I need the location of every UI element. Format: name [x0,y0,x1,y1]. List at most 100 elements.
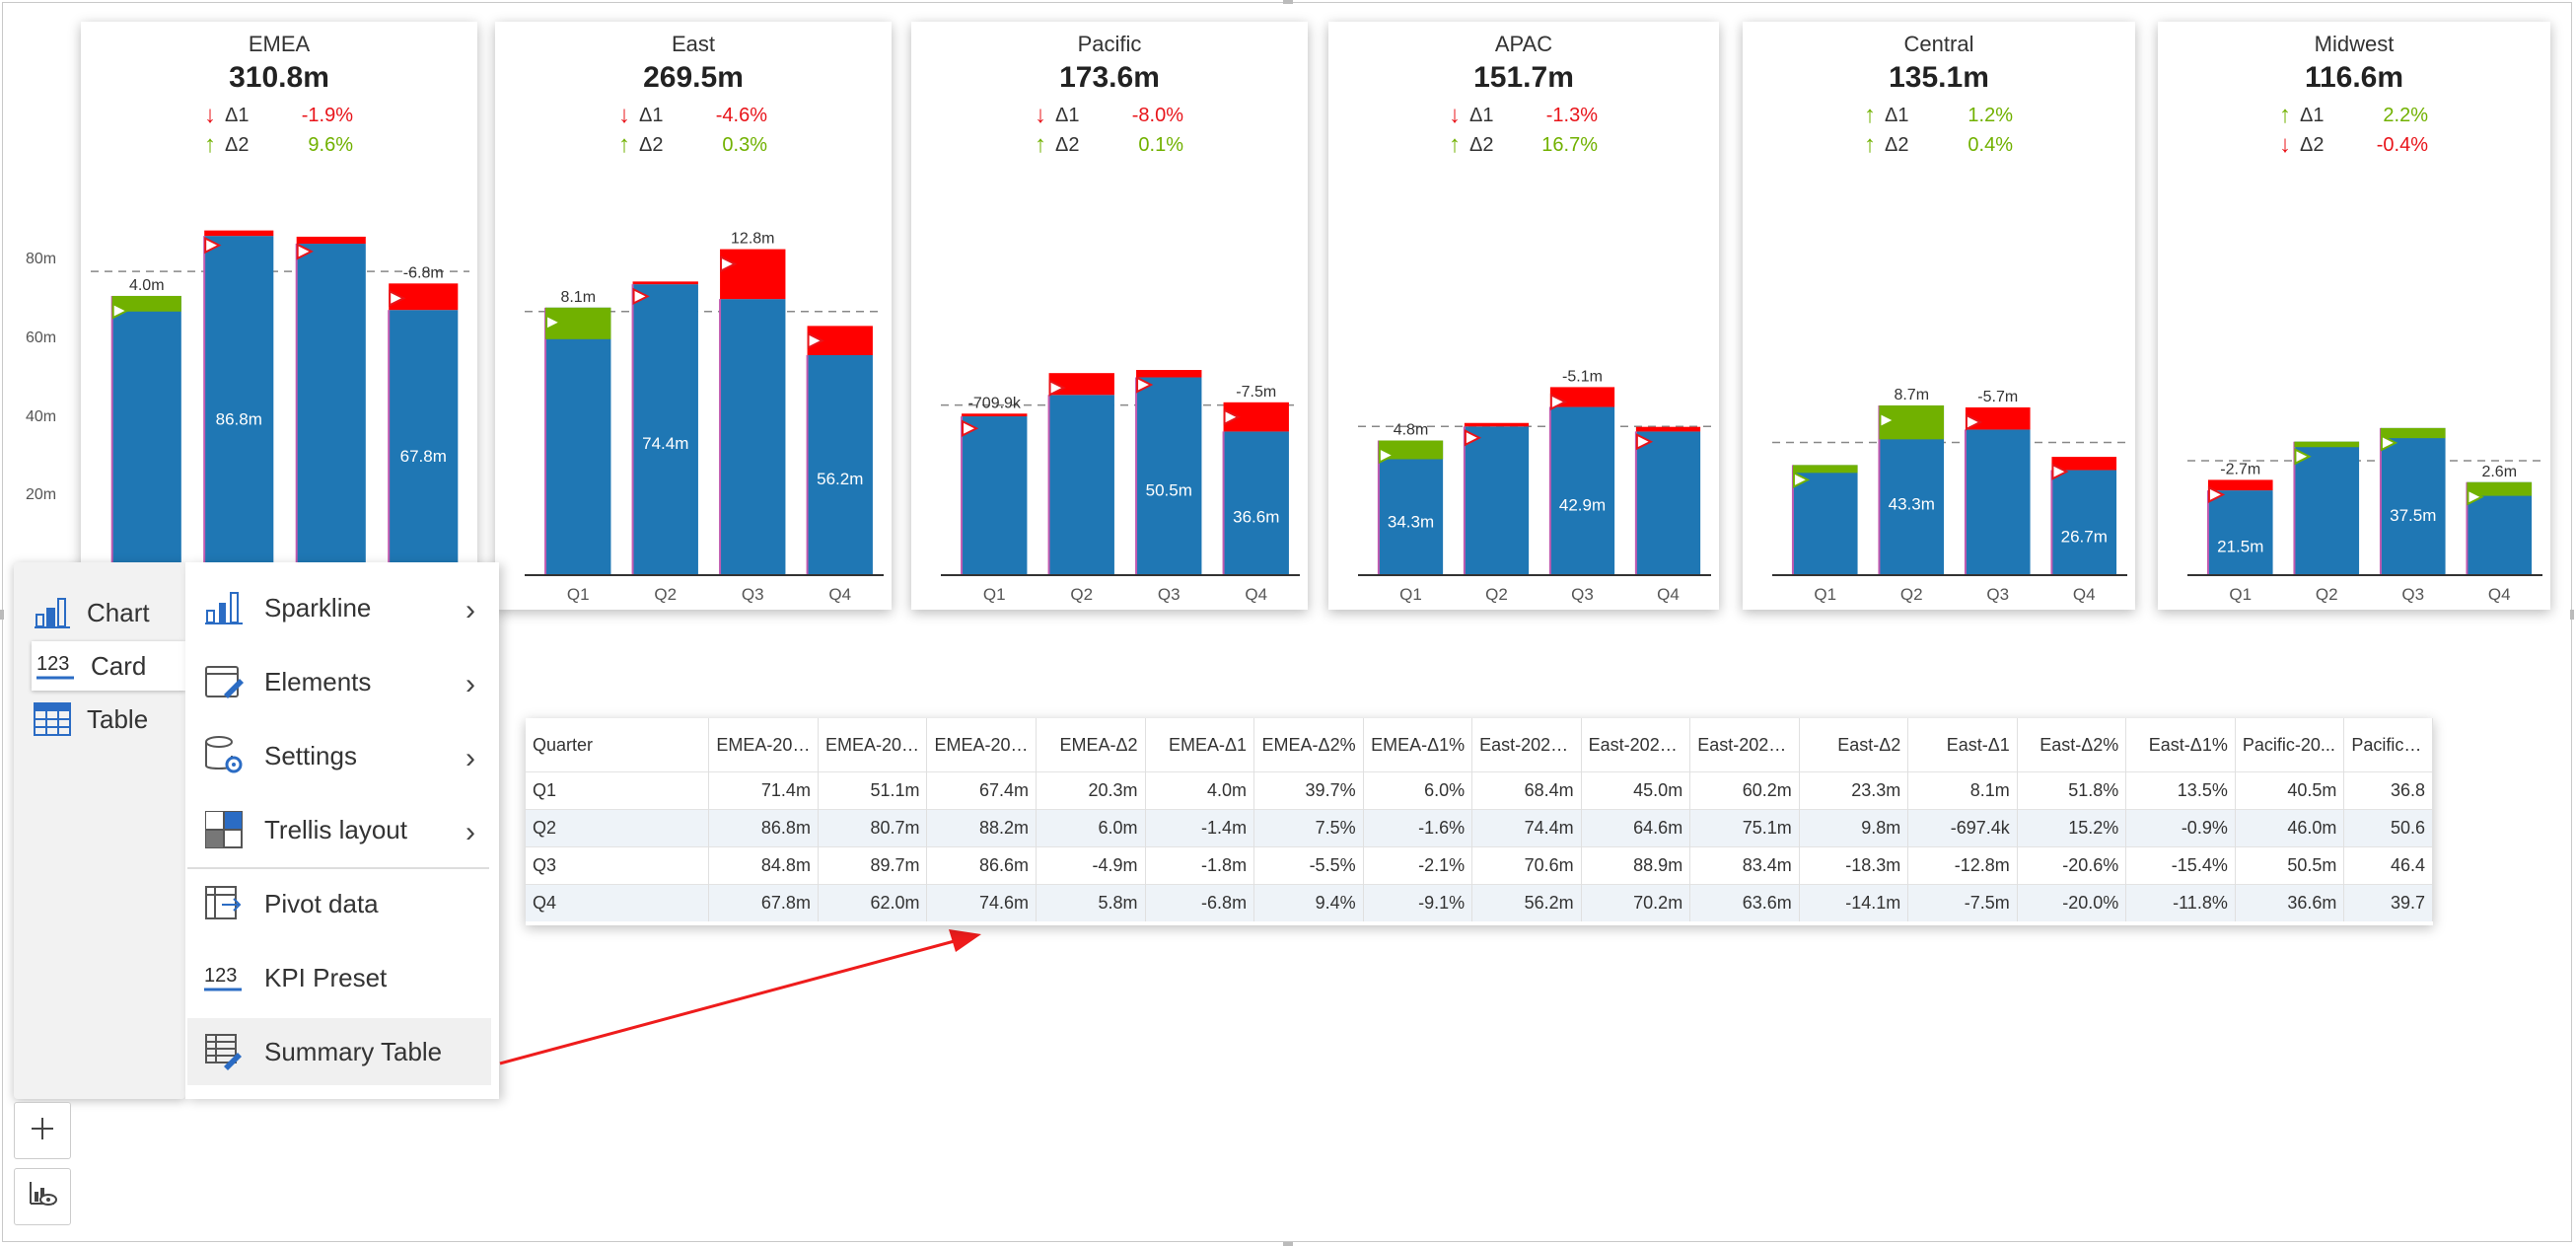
actual-bar[interactable] [962,416,1028,574]
actual-bar[interactable] [1965,429,2031,574]
column-header[interactable]: EMEA-Δ1% [1363,718,1473,772]
chart-visibility-button[interactable] [14,1168,71,1225]
menu-item-elements[interactable]: Elements › [187,648,491,715]
variance-bar[interactable] [2380,427,2446,439]
column-header[interactable]: EMEA-Δ1 [1145,718,1255,772]
variance-bar[interactable] [1792,465,1858,474]
kpi-card-central[interactable]: Central 135.1m ↑ Δ1 1.2% ↑ Δ2 0.4% Q1 43.3m 8.7m Q2… [1743,22,2135,610]
actual-bar[interactable] [545,307,611,574]
summary-table[interactable]: Quarter EMEA-202... EMEA-202... EMEA-202...… [526,718,2433,925]
variance-chart: -709.9k Q1 Q2 50.5m Q3 36.6m -7.5m Q4 [941,370,1300,604]
column-header[interactable]: Pacific-20... [2235,718,2345,772]
menu-item-card[interactable]: 123 Card [32,641,185,691]
table-cell: 88.2m [926,809,1037,847]
trellis-grid-icon [201,811,247,848]
x-axis-label: Q1 [983,585,1006,604]
resize-handle-right[interactable] [2570,610,2574,620]
add-visual-button[interactable] [14,1102,71,1159]
actual-bar[interactable] [1635,431,1701,574]
menu-item-table[interactable]: Table [28,695,185,744]
menu-item-sparkline[interactable]: Sparkline › [187,574,491,641]
table-row[interactable]: Q2 86.8m 80.7m 88.2m 6.0m -1.4m 7.5% -1.6% 74.4m… [526,809,2433,847]
variance-bar[interactable] [2207,479,2273,491]
actual-bar[interactable] [2207,490,2273,574]
menu-item-chart[interactable]: Chart [28,588,185,637]
x-axis-label: Q4 [828,585,851,604]
actual-bar[interactable] [2380,427,2446,574]
column-header[interactable]: East-2023 ... [1689,718,1800,772]
kpi-card-apac[interactable]: APAC 151.7m ↓ Δ1 -1.3% ↑ Δ2 16.7% 34.3m 4.8m Q1 Q2 4… [1328,22,1719,610]
table-cell: -14.1m [1799,884,1909,921]
column-header[interactable]: EMEA-Δ2 [1036,718,1146,772]
variance-bar[interactable] [1048,373,1114,396]
menu-item-label: KPI Preset [264,962,388,992]
actual-bar[interactable] [720,299,786,574]
menu-item-label: Pivot data [264,888,379,918]
column-header[interactable]: East-Δ2% [2017,718,2127,772]
table-row[interactable]: Q1 71.4m 51.1m 67.4m 20.3m 4.0m 39.7% 6.0% 68.4m… [526,771,2433,810]
variance-bar[interactable] [632,281,698,285]
actual-bar[interactable] [1464,426,1530,574]
actual-bar[interactable] [389,310,459,574]
pivot-table-icon [201,885,247,922]
column-header[interactable]: East-Δ2 [1799,718,1909,772]
variance-label: 8.1m [560,289,596,306]
table-grid-icon [28,702,77,736]
bar-chart-icon [201,591,247,624]
table-row[interactable]: Q4 67.8m 62.0m 74.6m 5.8m -6.8m 9.4% -9.1% 56.2m… [526,884,2433,921]
column-header[interactable]: EMEA-202... [926,718,1037,772]
actual-bar[interactable] [1549,406,1615,574]
column-header[interactable]: EMEA-202... [818,718,928,772]
actual-bar[interactable] [1048,395,1114,574]
column-header[interactable]: EMEA-Δ2% [1253,718,1364,772]
variance-bar[interactable] [2294,441,2360,448]
variance-bar[interactable] [1464,422,1530,427]
kpi-card-east[interactable]: East 269.5m ↓ Δ1 -4.6% ↑ Δ2 0.3% 8.1m Q1 74.4m Q2 12… [495,22,892,610]
variance-bar[interactable] [1635,426,1701,432]
actual-bar[interactable] [2294,441,2360,574]
table-cell: 9.4% [1253,884,1364,921]
table-cell: -1.6% [1363,809,1473,847]
variance-bar[interactable] [720,249,786,300]
resize-handle-top[interactable] [1283,0,1293,4]
menu-item-label: Trellis layout [264,814,407,844]
variance-bar[interactable] [1136,370,1202,378]
variance-bar[interactable] [962,413,1028,417]
actual-bar[interactable] [1223,431,1289,574]
menu-item-trellis-layout[interactable]: Trellis layout › [187,796,491,863]
resize-handle-bottom[interactable] [1283,1242,1293,1246]
variance-label: -709.9k [968,395,1022,411]
column-header[interactable]: Quarter [526,718,710,772]
table-row[interactable]: Q3 84.8m 89.7m 86.6m -4.9m -1.8m -5.5% -2.1% 70.… [526,846,2433,885]
x-axis-label: Q2 [1070,585,1093,604]
actual-bar[interactable] [1378,440,1444,574]
actual-bar[interactable] [296,244,366,575]
actual-bar[interactable] [111,295,181,574]
kpi-card-pacific[interactable]: Pacific 173.6m ↓ Δ1 -8.0% ↑ Δ2 0.1% -709.9k Q1 Q2 5… [911,22,1308,610]
column-header[interactable]: East-Δ1 [1907,718,2018,772]
variance-bar[interactable] [1965,406,2031,430]
variance-bar[interactable] [296,236,366,245]
menu-item-summary-table[interactable]: Summary Table [187,1018,491,1085]
actual-bar[interactable] [807,355,873,574]
column-header[interactable]: East-2023 ... [1471,718,1582,772]
bar-value-label: 56.2m [817,470,863,488]
table-cell: 39.7 [2343,884,2433,921]
actual-bar[interactable] [632,284,698,574]
column-header[interactable]: East-Δ1% [2125,718,2236,772]
kpi-card-emea[interactable]: EMEA310.8m↓Δ1-1.9%↑Δ29.6%4.0mQ186.8mQ2Q3… [81,22,477,610]
actual-bar[interactable] [1136,377,1202,574]
menu-item-kpi-preset[interactable]: 123 KPI Preset [187,944,491,1011]
actual-bar[interactable] [204,236,274,574]
kpi-card-midwest[interactable]: Midwest 116.6m ↑ Δ1 2.2% ↓ Δ2 -0.4% 21.5m -2.7m Q1… [2158,22,2550,610]
column-header[interactable]: East-2022 ... [1581,718,1691,772]
variance-label: 4.8m [1394,422,1429,439]
actual-bar[interactable] [2051,470,2117,574]
menu-item-settings[interactable]: Settings › [187,722,491,789]
resize-handle-left[interactable] [0,610,4,620]
table-cell: 83.4m [1689,846,1800,885]
column-header[interactable]: Pacific-20. [2343,718,2433,772]
variance-bar[interactable] [204,230,274,237]
column-header[interactable]: EMEA-202... [708,718,819,772]
menu-item-pivot-data[interactable]: Pivot data [187,870,491,937]
